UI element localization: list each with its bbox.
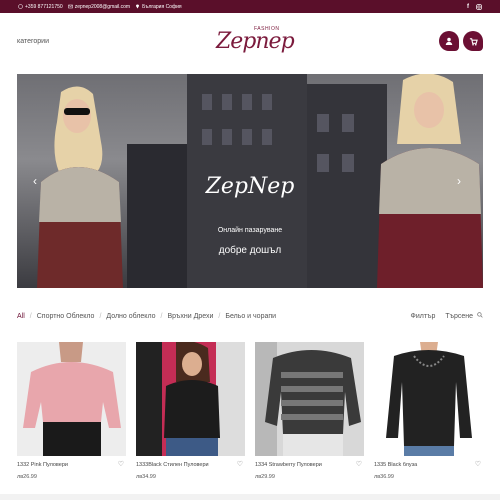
product-name[interactable]: 1332 Pink Пуловери bbox=[17, 462, 126, 471]
product-photo-striped-sweater bbox=[255, 342, 364, 456]
search-icon bbox=[477, 312, 483, 318]
cart-button[interactable] bbox=[463, 31, 483, 51]
building-window bbox=[342, 154, 354, 172]
top-bar: +359 877121750 zepnep2008@gmail.com Бълг… bbox=[0, 0, 500, 13]
next-row-preview bbox=[0, 494, 500, 500]
filter-separator: / bbox=[29, 312, 32, 320]
product-name[interactable]: 1334 Strawberry Пуловери bbox=[255, 462, 364, 471]
building-window bbox=[262, 94, 272, 110]
product-image[interactable] bbox=[17, 342, 126, 456]
logo-script: Zepnep bbox=[216, 29, 295, 54]
building bbox=[127, 144, 187, 288]
product-card[interactable]: 1332 Pink Пуловери лв26.99 ♡ bbox=[17, 342, 126, 480]
phone-text: +359 877121750 bbox=[25, 3, 63, 10]
filter-category-underwear[interactable]: Долно облекло bbox=[106, 313, 155, 320]
hero-title: ZepNep bbox=[205, 174, 295, 199]
building-window bbox=[342, 114, 354, 132]
email-text: zepnep2008@gmail.com bbox=[74, 3, 131, 10]
filter-actions: Филтър Търсене bbox=[411, 312, 483, 320]
building-window bbox=[242, 129, 252, 145]
building-window bbox=[317, 114, 329, 132]
location-item: България София bbox=[135, 4, 182, 10]
product-image[interactable] bbox=[374, 342, 483, 456]
product-card[interactable]: 1334 Strawberry Пуловери лв29.99 ♡ bbox=[255, 342, 364, 480]
user-icon bbox=[445, 37, 453, 45]
location-text: България София bbox=[142, 3, 182, 10]
product-name[interactable]: 1335 Black блуза bbox=[374, 462, 483, 471]
social-links: f bbox=[467, 4, 482, 10]
facebook-icon[interactable]: f bbox=[467, 4, 469, 10]
categories-menu-link[interactable]: категории bbox=[17, 38, 49, 45]
email-item[interactable]: zepnep2008@gmail.com bbox=[67, 3, 131, 10]
hero-subtitle: Онлайн пазаруване bbox=[217, 227, 283, 234]
instagram-icon[interactable] bbox=[476, 3, 482, 10]
filter-separator: / bbox=[160, 312, 163, 320]
building-window bbox=[242, 94, 252, 110]
building-window bbox=[222, 94, 232, 110]
product-card[interactable]: 1333Black Стилен Пуловери лв34.99 ♡ bbox=[136, 342, 245, 480]
product-card[interactable]: 1335 Black блуза лв36.99 ♡ bbox=[374, 342, 483, 480]
site-logo[interactable]: Zepnep FASHION bbox=[212, 19, 295, 69]
product-price: лв36.99 bbox=[374, 474, 394, 480]
filter-separator: / bbox=[99, 312, 102, 320]
product-image[interactable] bbox=[255, 342, 364, 456]
category-filter-bar: All / Спортно Облекло / Долно облекло / … bbox=[17, 310, 483, 322]
product-price: лв34.99 bbox=[136, 474, 156, 480]
wishlist-heart-icon[interactable]: ♡ bbox=[118, 460, 124, 468]
search-label: Търсене bbox=[445, 313, 474, 320]
filter-category-sports[interactable]: Спортно Облекло bbox=[37, 313, 95, 320]
filter-category-all[interactable]: All bbox=[17, 313, 25, 320]
hero-slider[interactable]: ‹ › ZepNep Онлайн пазаруване добре дошъл bbox=[17, 74, 483, 288]
search-button[interactable]: Търсене bbox=[445, 312, 483, 320]
filter-separator: / bbox=[218, 312, 221, 320]
product-photo-pink-sweater bbox=[17, 342, 126, 456]
product-photo-black-lace-top bbox=[136, 342, 245, 456]
filter-category-lingerie[interactable]: Бельо и чорапи bbox=[225, 313, 276, 320]
building-window bbox=[202, 94, 212, 110]
building-window bbox=[222, 129, 232, 145]
product-image[interactable] bbox=[136, 342, 245, 456]
product-price: лв29.99 bbox=[255, 474, 275, 480]
mail-icon bbox=[67, 4, 73, 9]
phone-item[interactable]: +359 877121750 bbox=[18, 4, 63, 10]
wishlist-heart-icon[interactable]: ♡ bbox=[475, 460, 481, 468]
filter-category-outerwear[interactable]: Връхни Дрехи bbox=[167, 313, 213, 320]
wishlist-heart-icon[interactable]: ♡ bbox=[356, 460, 362, 468]
cart-icon bbox=[469, 37, 478, 46]
building-window bbox=[202, 129, 212, 145]
filter-button[interactable]: Филтър bbox=[411, 313, 436, 320]
product-grid: 1332 Pink Пуловери лв26.99 ♡ 1333Black С… bbox=[17, 342, 483, 480]
product-price: лв26.99 bbox=[17, 474, 37, 480]
location-pin-icon bbox=[136, 4, 140, 9]
hero-welcome: добре дошъл bbox=[218, 245, 282, 256]
site-header: категории Zepnep FASHION bbox=[0, 13, 500, 73]
wishlist-heart-icon[interactable]: ♡ bbox=[237, 460, 243, 468]
whatsapp-icon bbox=[18, 4, 23, 9]
building-window bbox=[262, 129, 272, 145]
product-name[interactable]: 1333Black Стилен Пуловери bbox=[136, 462, 245, 471]
logo-tag: FASHION bbox=[254, 26, 280, 32]
account-button[interactable] bbox=[439, 31, 459, 51]
product-photo-black-blouse bbox=[374, 342, 483, 456]
building-window bbox=[317, 154, 329, 172]
